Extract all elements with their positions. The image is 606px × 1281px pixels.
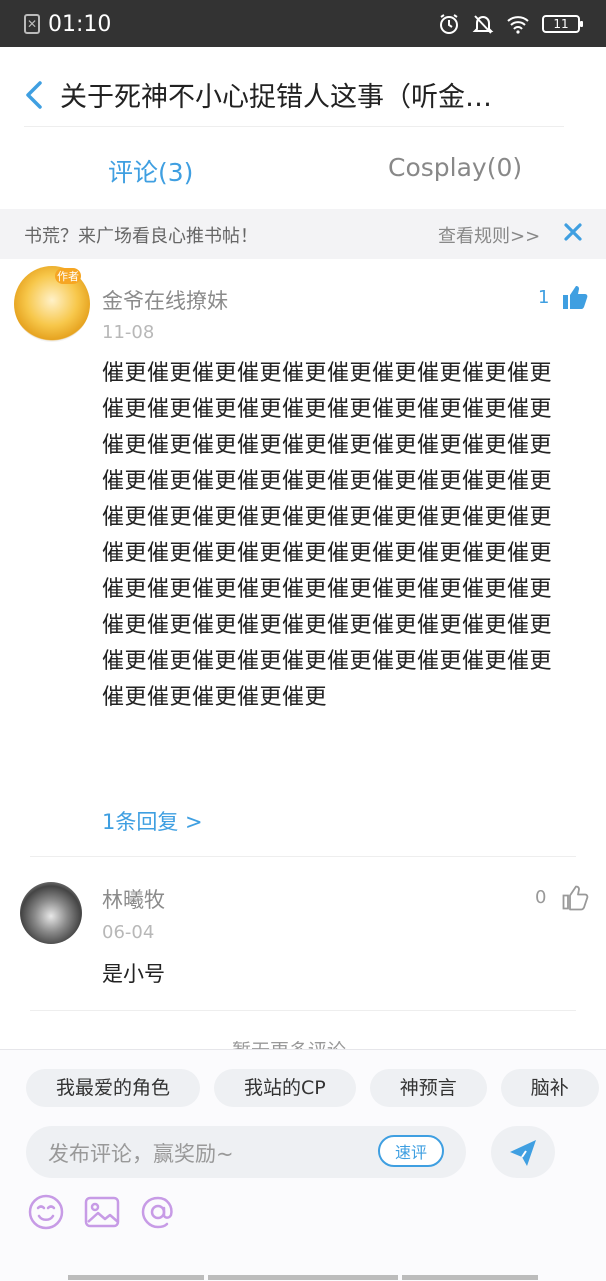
mute-bell-icon	[472, 15, 494, 34]
author-badge-label: 作者	[57, 270, 79, 283]
comment-divider	[30, 1010, 576, 1011]
comment-input-placeholder: 发布评论，赢奖励~	[48, 1142, 234, 1166]
avatar[interactable]	[20, 882, 82, 944]
page-title: 关于死神不小心捉错人这事（听金…	[60, 82, 492, 113]
image-icon[interactable]	[82, 1192, 122, 1232]
comment-username[interactable]: 林曦牧	[102, 884, 165, 914]
scroll-handle	[402, 1275, 538, 1280]
send-icon	[510, 1140, 536, 1166]
send-button[interactable]	[491, 1126, 555, 1178]
comment-date: 11-08	[102, 322, 155, 343]
thumbs-up-icon[interactable]	[561, 283, 589, 311]
comment-composer: 我最爱的角色 我站的CP 神预言 脑补 发布评论，赢奖励~ 速评	[0, 1049, 606, 1281]
view-rules-link[interactable]: 查看规则>>	[438, 222, 540, 248]
title-bar: 关于死神不小心捉错人这事（听金…	[0, 47, 606, 145]
tab-comments[interactable]: 评论(3)	[108, 153, 193, 189]
status-time: 01:10	[48, 11, 112, 37]
at-mention-icon[interactable]	[138, 1192, 178, 1232]
battery-icon: 11	[542, 15, 583, 33]
notice-text: 书荒？来广场看良心推书帖！	[24, 226, 258, 247]
title-divider	[24, 126, 564, 127]
chip[interactable]: 我最爱的角色	[26, 1069, 201, 1107]
comment-date: 06-04	[102, 922, 155, 943]
scroll-handle	[68, 1275, 204, 1280]
tab-bar: 评论(3) Cosplay(0)	[0, 145, 606, 209]
close-icon[interactable]	[560, 219, 586, 245]
wifi-icon	[507, 16, 529, 34]
emoji-icon[interactable]	[26, 1192, 66, 1232]
author-badge: 作者	[55, 268, 81, 284]
chip[interactable]: 我站的CP	[214, 1069, 356, 1107]
chip[interactable]: 脑补	[500, 1069, 599, 1107]
comment-input[interactable]: 发布评论，赢奖励~ 速评	[26, 1126, 466, 1178]
quick-topic-chips: 我最爱的角色 我站的CP 神预言 脑补	[26, 1069, 606, 1107]
notification-icon: ✕	[24, 14, 40, 34]
back-arrow-icon[interactable]	[20, 77, 50, 113]
quick-review-button[interactable]: 速评	[378, 1135, 444, 1167]
comment-text: 是小号	[102, 962, 165, 986]
notice-banner: 书荒？来广场看良心推书帖！ 查看规则>>	[0, 209, 606, 259]
alarm-icon	[440, 14, 458, 34]
tab-cosplay[interactable]: Cosplay(0)	[388, 153, 522, 182]
scroll-handle	[208, 1275, 398, 1280]
comment-text: 催更催更催更催更催更催更催更催更催更催更催更催更催更催更催更催更催更催更催更催更…	[102, 361, 553, 710]
chip[interactable]: 神预言	[369, 1069, 487, 1107]
comment-username[interactable]: 金爷在线撩妹	[102, 285, 228, 315]
comment-divider	[30, 856, 576, 857]
status-bar: ✕ 01:10 11	[0, 0, 606, 47]
like-count: 1	[538, 287, 550, 308]
thumbs-up-icon[interactable]	[561, 883, 589, 911]
like-count: 0	[535, 887, 547, 908]
replies-link[interactable]: 1条回复 >	[102, 806, 203, 836]
